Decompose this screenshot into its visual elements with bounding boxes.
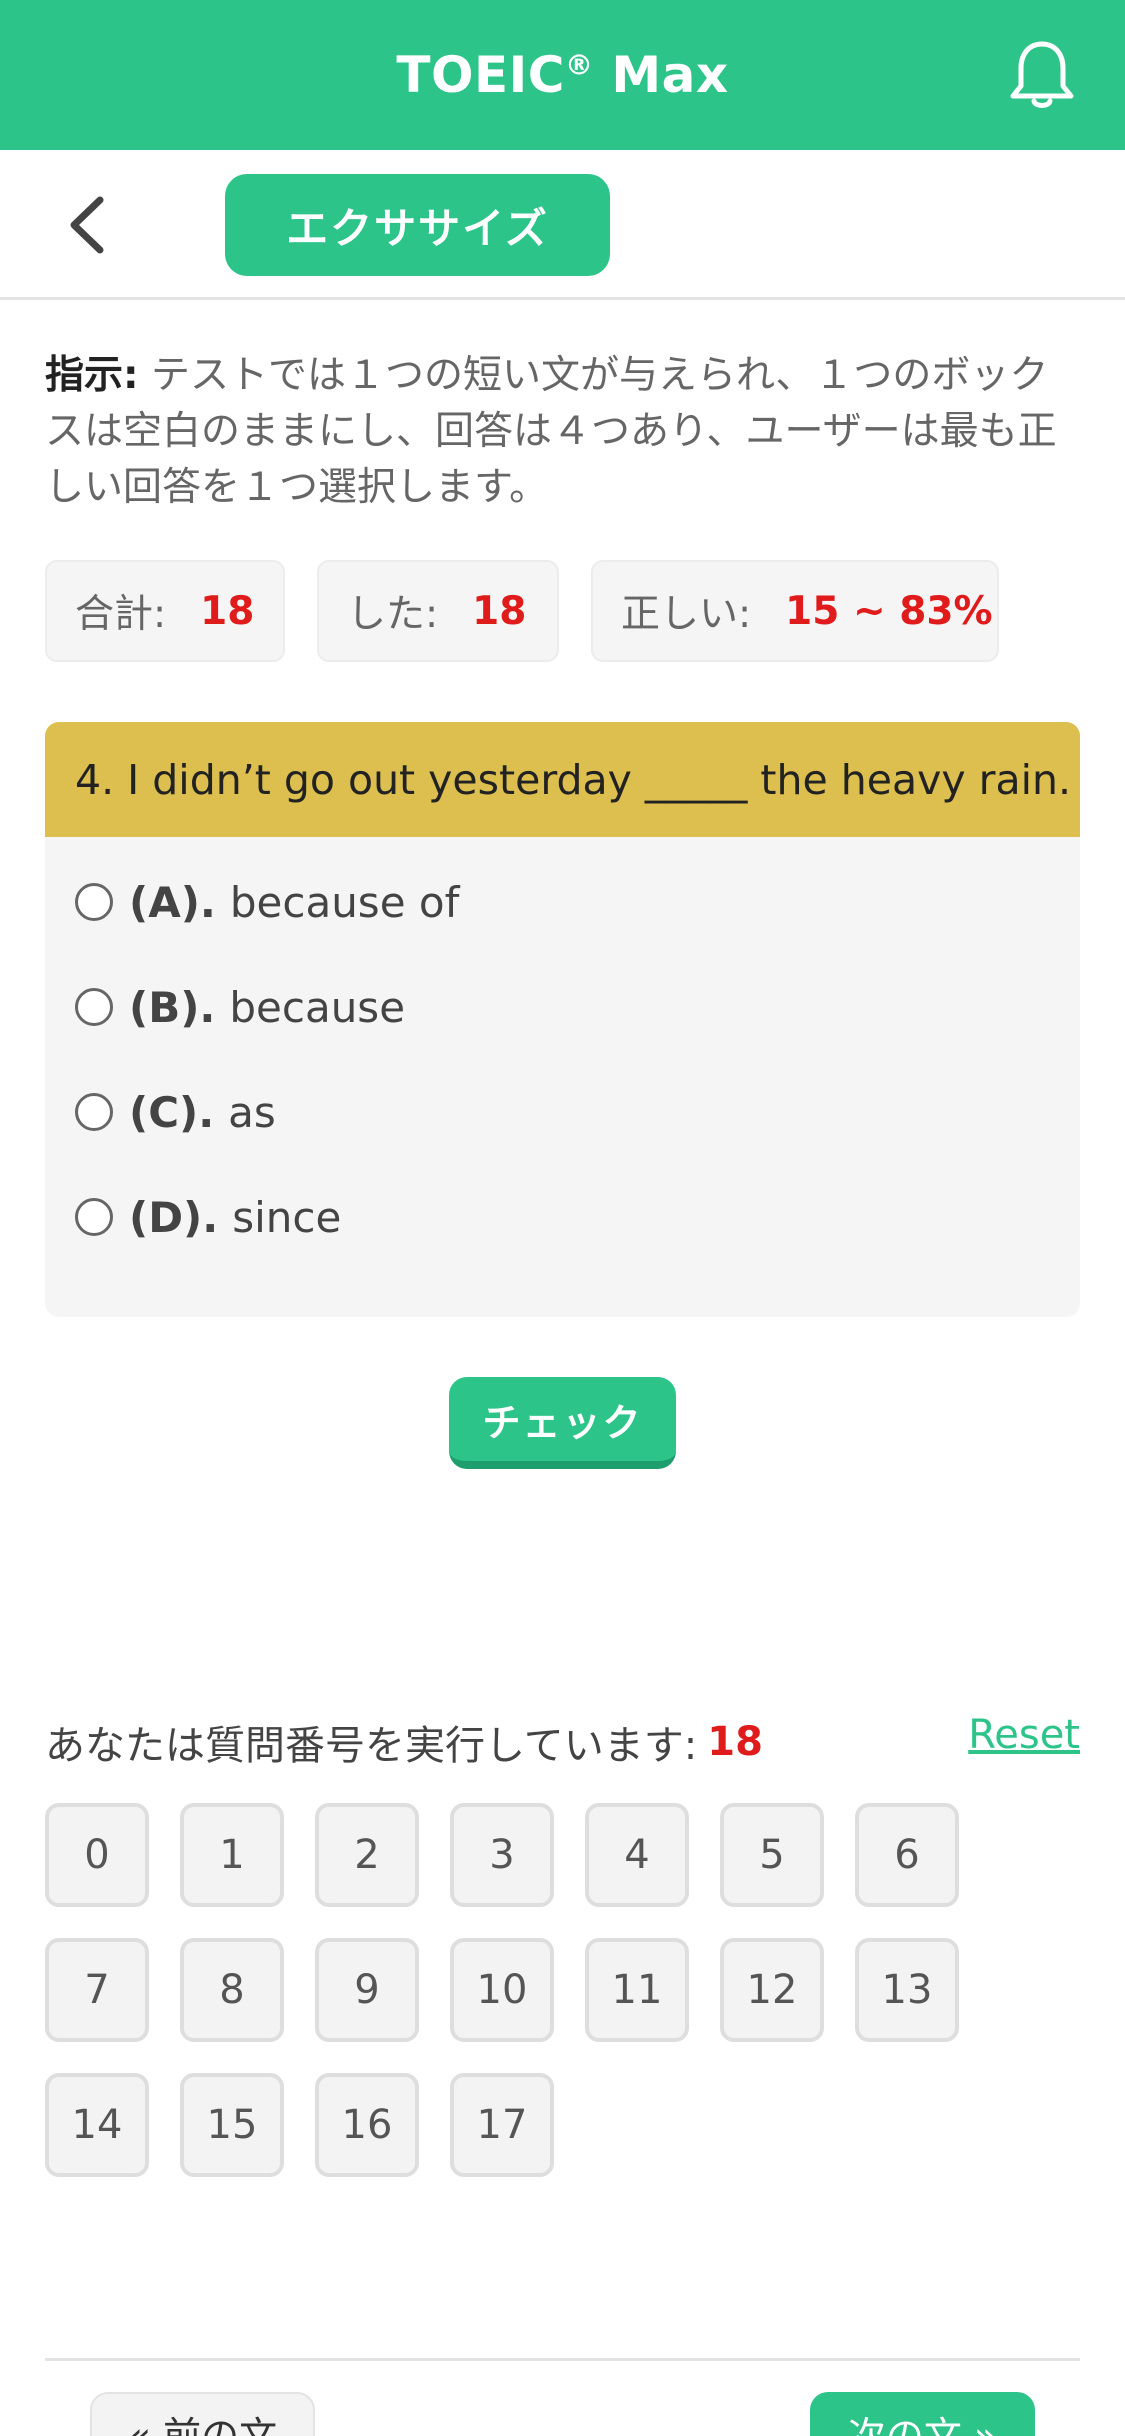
stat-total: 合計: 18 xyxy=(45,560,285,662)
option-a[interactable]: (A). because of xyxy=(75,867,459,937)
question-number-button[interactable]: 2 xyxy=(315,1803,419,1907)
current-question-number: 18 xyxy=(707,1719,763,1765)
question-number-button[interactable]: 16 xyxy=(315,2073,419,2177)
option-c[interactable]: (C). as xyxy=(75,1077,276,1147)
option-b[interactable]: (B). because xyxy=(75,972,405,1042)
question-number-button[interactable]: 0 xyxy=(45,1803,149,1907)
stat-done: した: 18 xyxy=(317,560,559,662)
question-text: 4. I didn’t go out yesterday _____ the h… xyxy=(45,722,1080,837)
question-number-button[interactable]: 17 xyxy=(450,2073,554,2177)
progress-row: あなたは質問番号を実行しています: 18 Reset xyxy=(45,1712,1080,1772)
question-number-button[interactable]: 13 xyxy=(855,1938,959,2042)
bell-icon[interactable] xyxy=(1007,38,1077,112)
question-number-button[interactable]: 9 xyxy=(315,1938,419,2042)
check-button[interactable]: チェック xyxy=(449,1377,676,1469)
question-number-button[interactable]: 12 xyxy=(720,1938,824,2042)
question-number-button[interactable]: 4 xyxy=(585,1803,689,1907)
instructions-text: 指示: テストでは１つの短い文が与えられ、１つのボックスは空白のままにし、回答は… xyxy=(45,348,1085,516)
app-title: TOEIC® Max xyxy=(396,46,729,104)
sub-navigation-bar: エクササイズ xyxy=(0,150,1125,300)
question-number-button[interactable]: 6 xyxy=(855,1803,959,1907)
chevron-left-icon[interactable] xyxy=(60,190,120,260)
question-number-button[interactable]: 10 xyxy=(450,1938,554,2042)
radio-button[interactable] xyxy=(75,988,113,1026)
question-number-button[interactable]: 1 xyxy=(180,1803,284,1907)
radio-button[interactable] xyxy=(75,883,113,921)
next-sentence-button[interactable]: 次の文 » xyxy=(810,2392,1035,2436)
question-number-button[interactable]: 8 xyxy=(180,1938,284,2042)
reset-link[interactable]: Reset xyxy=(968,1712,1080,1758)
question-number-button[interactable]: 5 xyxy=(720,1803,824,1907)
stat-correct: 正しい: 15 ~ 83% xyxy=(591,560,999,662)
divider xyxy=(45,2358,1080,2361)
question-number-button[interactable]: 7 xyxy=(45,1938,149,2042)
radio-button[interactable] xyxy=(75,1093,113,1131)
progress-label: あなたは質問番号を実行しています: xyxy=(45,1723,698,1769)
question-number-button[interactable]: 11 xyxy=(585,1938,689,2042)
radio-button[interactable] xyxy=(75,1198,113,1236)
instructions-label: 指示: xyxy=(45,353,139,398)
previous-sentence-button[interactable]: « 前の文 xyxy=(90,2392,315,2436)
question-number-button[interactable]: 15 xyxy=(180,2073,284,2177)
instructions-body: テストでは１つの短い文が与えられ、１つのボックスは空白のままにし、回答は４つあり… xyxy=(45,353,1057,510)
question-number-button[interactable]: 3 xyxy=(450,1803,554,1907)
option-d[interactable]: (D). since xyxy=(75,1182,341,1252)
question-card: 4. I didn’t go out yesterday _____ the h… xyxy=(45,722,1080,1317)
tab-exercise[interactable]: エクササイズ xyxy=(225,174,610,276)
app-header: TOEIC® Max xyxy=(0,0,1125,150)
question-number-button[interactable]: 14 xyxy=(45,2073,149,2177)
